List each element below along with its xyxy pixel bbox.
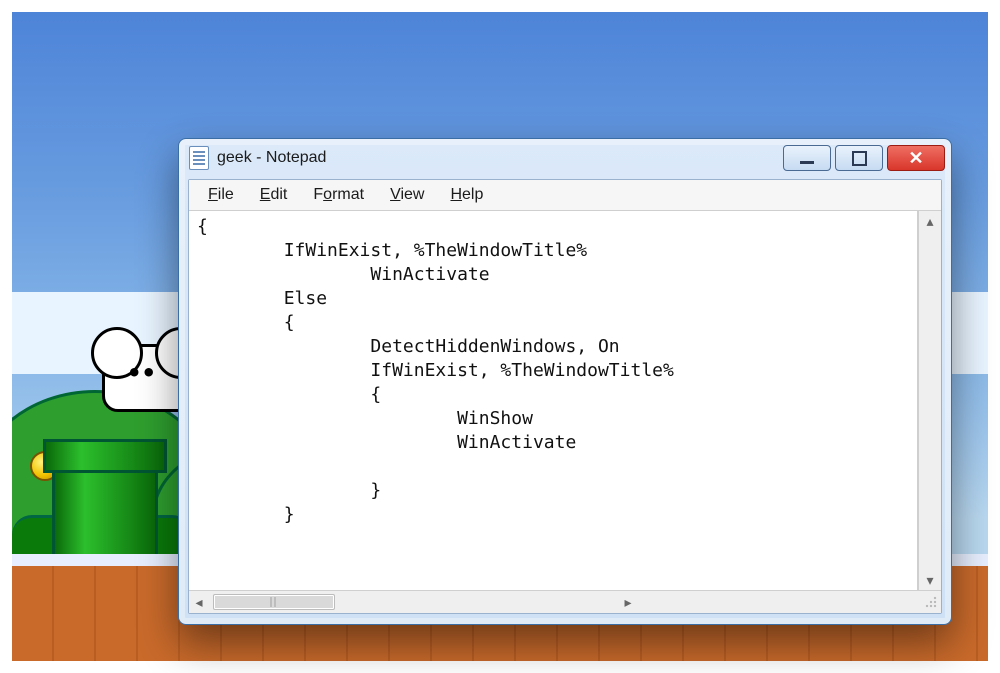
chevron-right-icon[interactable]: ▸: [618, 592, 638, 612]
resize-grip-icon[interactable]: [921, 592, 941, 612]
menu-view[interactable]: View: [377, 185, 437, 205]
menu-format[interactable]: Format: [300, 185, 377, 205]
maximize-icon: [852, 151, 867, 166]
menu-edit[interactable]: Edit: [247, 185, 301, 205]
menu-file[interactable]: File: [195, 185, 247, 205]
screenshot-stage: •• geek - Notepad ✕ File Edit Format Vie…: [0, 0, 1000, 673]
minimize-button[interactable]: [783, 145, 831, 171]
chevron-up-icon[interactable]: ▴: [919, 211, 941, 231]
window-client-area: File Edit Format View Help { IfWinExist,…: [188, 179, 942, 614]
horizontal-scrollbar[interactable]: ◂ ▸: [189, 590, 941, 613]
close-icon: ✕: [908, 149, 923, 167]
maximize-button[interactable]: [835, 145, 883, 171]
notepad-window[interactable]: geek - Notepad ✕ File Edit Format View H…: [178, 138, 952, 625]
vertical-scrollbar[interactable]: ▴ ▾: [918, 211, 941, 590]
cloud-face: ••: [127, 361, 156, 385]
editor-area: { IfWinExist, %TheWindowTitle% WinActiva…: [189, 211, 941, 590]
chevron-down-icon[interactable]: ▾: [919, 570, 941, 590]
notepad-icon: [189, 146, 209, 170]
pipe: [52, 464, 158, 566]
menubar[interactable]: File Edit Format View Help: [189, 180, 941, 211]
titlebar[interactable]: geek - Notepad ✕: [179, 139, 951, 177]
menu-help[interactable]: Help: [437, 185, 496, 205]
text-editor[interactable]: { IfWinExist, %TheWindowTitle% WinActiva…: [189, 211, 918, 590]
window-controls: ✕: [783, 145, 945, 171]
scrollbar-thumb[interactable]: [213, 594, 335, 610]
close-button[interactable]: ✕: [887, 145, 945, 171]
minimize-icon: [800, 161, 814, 164]
window-title: geek - Notepad: [217, 149, 326, 167]
chevron-left-icon[interactable]: ◂: [189, 592, 209, 612]
